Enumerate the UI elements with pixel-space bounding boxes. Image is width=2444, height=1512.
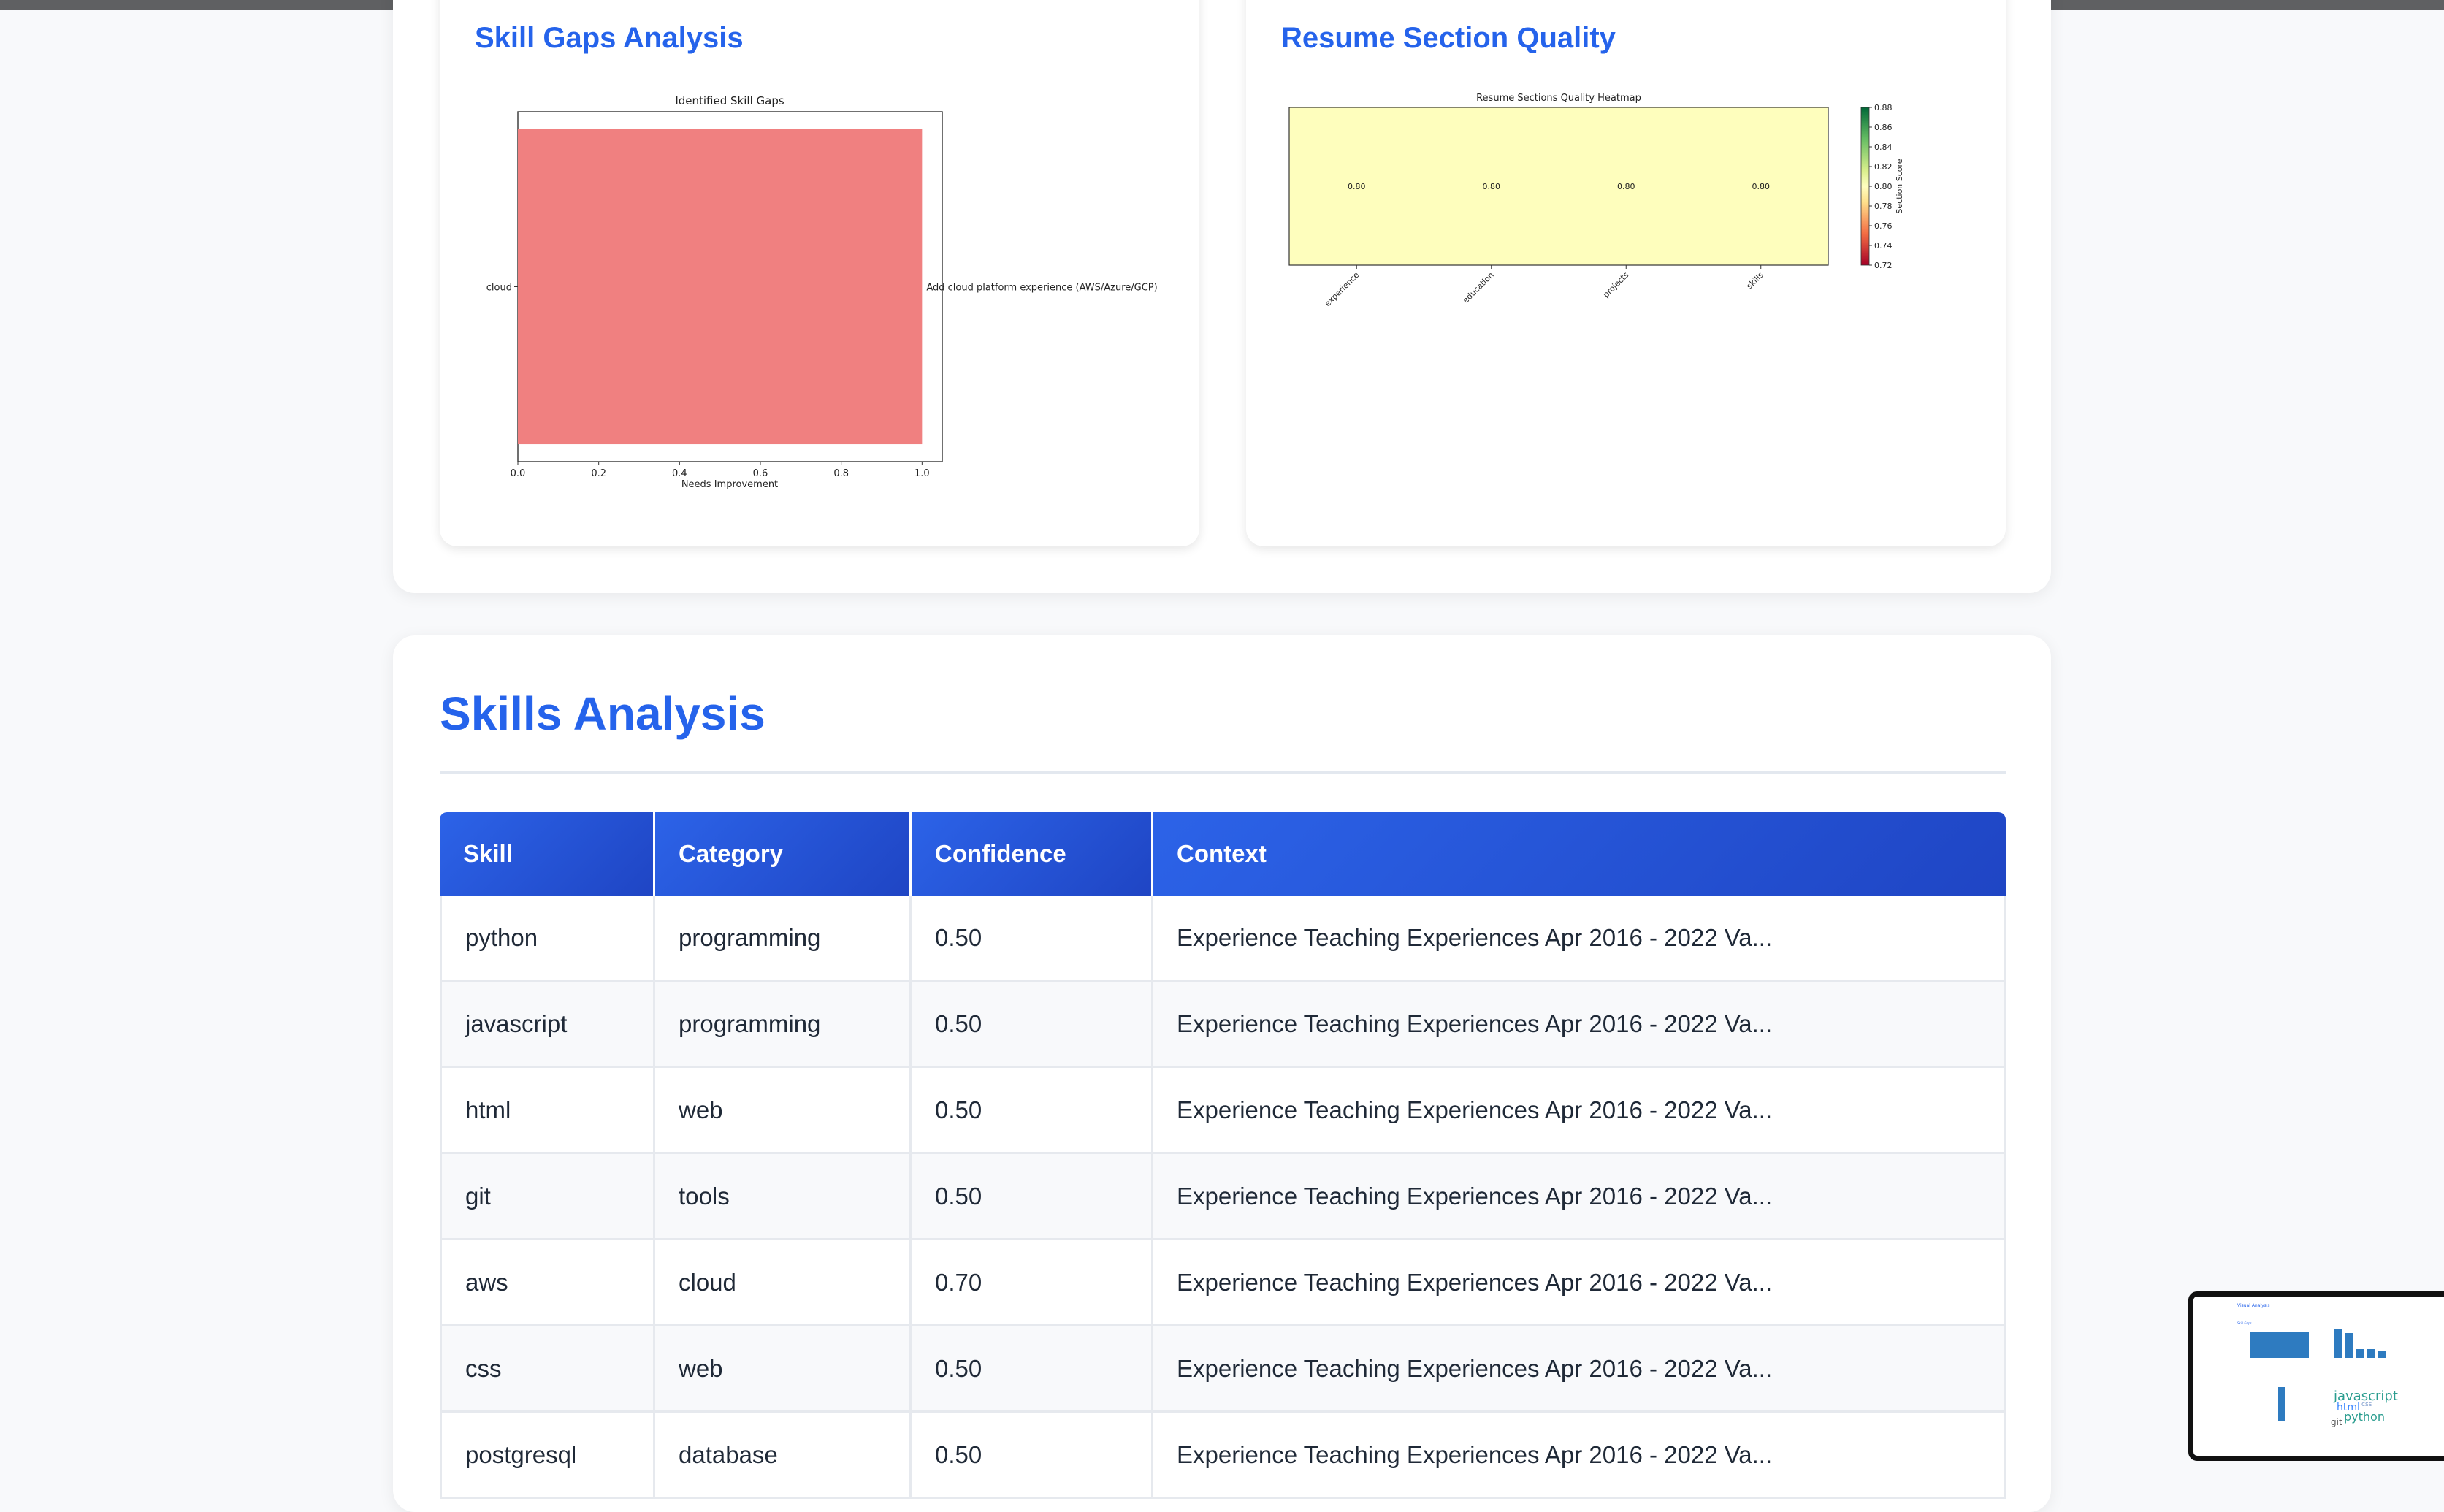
skill-cell: aws (440, 1240, 655, 1326)
table-row: postgresql database 0.50 Experience Teac… (440, 1413, 2006, 1499)
confidence-cell: 0.70 (912, 1240, 1153, 1326)
context-cell: Experience Teaching Experiences Apr 2016… (1153, 1068, 2006, 1154)
skill-cell: html (440, 1068, 655, 1154)
minimap-card-title: Skill Gaps (2237, 1321, 2252, 1325)
minimap-bar (2334, 1329, 2342, 1358)
x-tick-label: 0.2 (591, 468, 606, 479)
x-tick-label: 0.4 (672, 468, 687, 479)
chart-title: Identified Skill Gaps (675, 94, 784, 107)
table-row: javascript programming 0.50 Experience T… (440, 982, 2006, 1068)
minimap-preview: Visual Analysis Skill Gaps javascripthtm… (2237, 1303, 2398, 1427)
word-cloud-word: git (2331, 1417, 2342, 1427)
colorbar-tick-label: 0.72 (1874, 261, 1893, 270)
skill-cell: css (440, 1326, 655, 1413)
colorbar-tick-label: 0.74 (1874, 241, 1893, 251)
colorbar-tick-label: 0.88 (1874, 103, 1893, 112)
x-tick-label: skills (1745, 270, 1765, 291)
skill-cell: git (440, 1154, 655, 1240)
word-cloud-word: python (2344, 1410, 2385, 1424)
minimap-title: Visual Analysis (2237, 1303, 2270, 1308)
skills-analysis-title: Skills Analysis (440, 687, 765, 740)
table-row: aws cloud 0.70 Experience Teaching Exper… (440, 1240, 2006, 1326)
colorbar-tick-label: 0.82 (1874, 162, 1893, 172)
y-tick-label: cloud (486, 283, 512, 294)
column-header-confidence[interactable]: Confidence (912, 812, 1153, 896)
skill-cell: python (440, 896, 655, 982)
colorbar-tick-label: 0.80 (1874, 182, 1893, 191)
x-tick-label: projects (1601, 270, 1630, 299)
minimap-bar (2345, 1333, 2353, 1358)
context-cell: Experience Teaching Experiences Apr 2016… (1153, 1240, 2006, 1326)
category-cell: programming (655, 982, 912, 1068)
colorbar-label: Section Score (1895, 159, 1904, 213)
category-cell: web (655, 1068, 912, 1154)
section-quality-title: Resume Section Quality (1281, 22, 1616, 54)
x-tick-label: 1.0 (914, 468, 930, 479)
table-row: python programming 0.50 Experience Teach… (440, 896, 2006, 982)
x-tick-label: 0.8 (833, 468, 849, 479)
context-cell: Experience Teaching Experiences Apr 2016… (1153, 896, 2006, 982)
minimap-bar (2278, 1387, 2285, 1421)
colorbar (1860, 107, 1870, 266)
confidence-cell: 0.50 (912, 1068, 1153, 1154)
table-row: html web 0.50 Experience Teaching Experi… (440, 1068, 2006, 1154)
context-cell: Experience Teaching Experiences Apr 2016… (1153, 982, 2006, 1068)
skill-cell: postgresql (440, 1413, 655, 1499)
category-cell: web (655, 1326, 912, 1413)
column-header-skill[interactable]: Skill (440, 812, 655, 896)
minimap-bar (2356, 1349, 2364, 1358)
bar-cloud (518, 129, 923, 445)
skills-table: Skill Category Confidence Context python… (440, 812, 2006, 1499)
table-row: git tools 0.50 Experience Teaching Exper… (440, 1154, 2006, 1240)
skill-cell: javascript (440, 982, 655, 1068)
colorbar-tick-label: 0.84 (1874, 142, 1893, 152)
x-axis-label: Needs Improvement (681, 479, 778, 490)
bar-annotation: Add cloud platform experience (AWS/Azure… (926, 283, 1157, 294)
minimap-bar (2367, 1349, 2375, 1358)
heatmap-value-label: 0.80 (1617, 182, 1635, 191)
minimap-bar (2250, 1332, 2309, 1358)
heatmap-value-label: 0.80 (1348, 182, 1366, 191)
confidence-cell: 0.50 (912, 896, 1153, 982)
page-minimap[interactable]: Visual Analysis Skill Gaps javascript htm… (2188, 1291, 2444, 1461)
word-cloud-word: css (2361, 1401, 2372, 1408)
context-cell: Experience Teaching Experiences Apr 2016… (1153, 1154, 2006, 1240)
category-cell: cloud (655, 1240, 912, 1326)
heatmap-value-label: 0.80 (1752, 182, 1771, 191)
context-cell: Experience Teaching Experiences Apr 2016… (1153, 1326, 2006, 1413)
column-header-category[interactable]: Category (655, 812, 912, 896)
x-tick-label: education (1461, 270, 1496, 305)
confidence-cell: 0.50 (912, 1154, 1153, 1240)
heatmap-value-label: 0.80 (1483, 182, 1501, 191)
table-row: css web 0.50 Experience Teaching Experie… (440, 1326, 2006, 1413)
section-quality-heatmap: Resume Sections Quality Heatmap 0.80 0.80… (1288, 93, 1904, 308)
skill-gaps-title: Skill Gaps Analysis (475, 22, 744, 54)
context-cell: Experience Teaching Experiences Apr 2016… (1153, 1413, 2006, 1499)
category-cell: programming (655, 896, 912, 982)
skill-gaps-chart: Identified Skill Gaps cloud Add cloud pla… (486, 94, 1158, 490)
confidence-cell: 0.50 (912, 1413, 1153, 1499)
x-tick-label: 0.6 (753, 468, 768, 479)
colorbar-tick-label: 0.86 (1874, 123, 1893, 132)
table-header-row: Skill Category Confidence Context (440, 812, 2006, 896)
category-cell: tools (655, 1154, 912, 1240)
colorbar-tick-label: 0.78 (1874, 202, 1893, 211)
confidence-cell: 0.50 (912, 1326, 1153, 1413)
colorbar-tick-label: 0.76 (1874, 221, 1893, 231)
title-divider (440, 771, 2006, 774)
column-header-context[interactable]: Context (1153, 812, 2006, 896)
chart-title: Resume Sections Quality Heatmap (1476, 93, 1641, 104)
x-tick-label: 0.0 (511, 468, 526, 479)
x-tick-label: experience (1323, 270, 1361, 308)
minimap-bar (2378, 1351, 2386, 1358)
category-cell: database (655, 1413, 912, 1499)
confidence-cell: 0.50 (912, 982, 1153, 1068)
